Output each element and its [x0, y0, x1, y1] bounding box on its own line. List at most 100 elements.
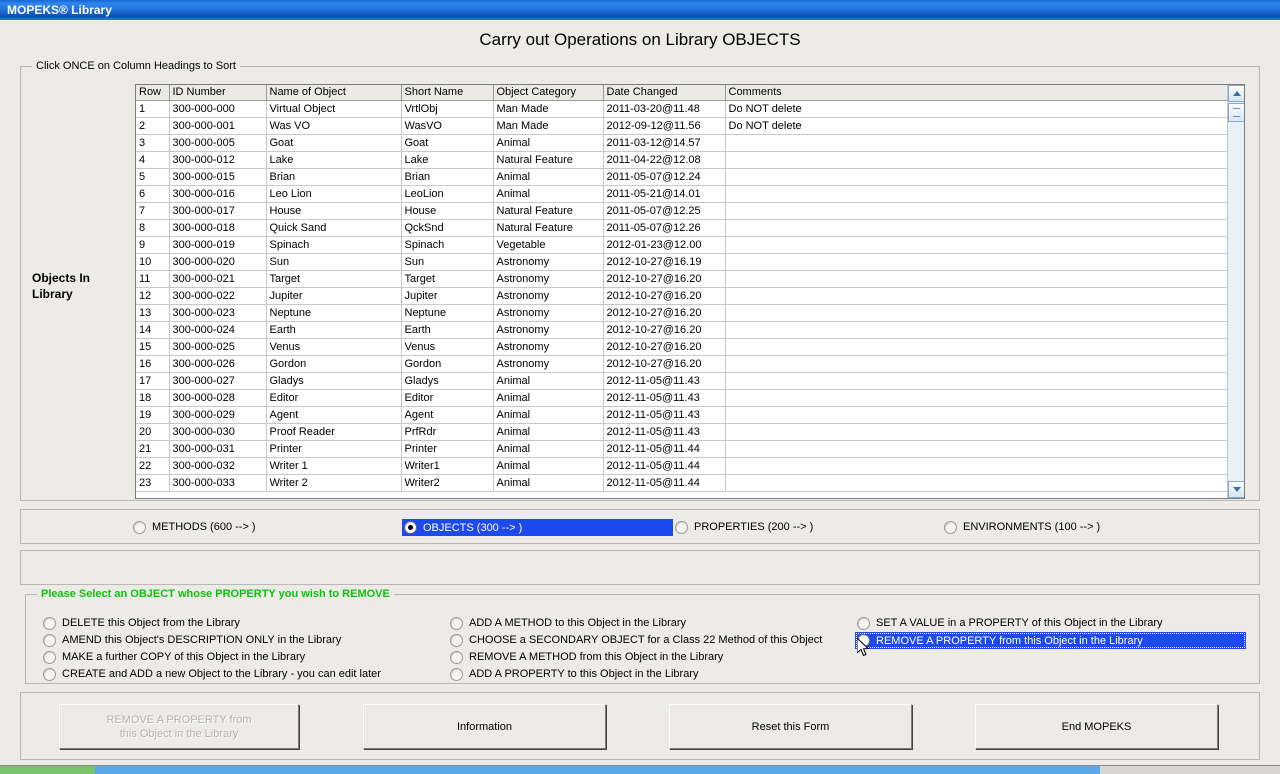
table-row[interactable]: 3 300-000-005 Goat Goat Animal 2011-03-12@14.…	[136, 134, 1229, 152]
table-cell: WasVO	[401, 117, 494, 135]
remove-property-button[interactable]: REMOVE A PROPERTY from this Object in th…	[59, 704, 299, 749]
table-cell: 2012-10-27@16.20	[603, 304, 726, 322]
column-header-row[interactable]: Row	[136, 85, 170, 101]
table-vertical-scrollbar[interactable]	[1227, 85, 1244, 498]
table-row[interactable]: 12 300-000-022 Jupiter Jupiter Astronomy 2012…	[136, 287, 1229, 305]
action-delete-object[interactable]: DELETE this Object from the Library	[41, 616, 240, 630]
action-add-property[interactable]: ADD A PROPERTY to this Object in the Lib…	[448, 667, 698, 681]
table-cell: 2012-01-23@12.00	[603, 236, 726, 254]
taskbar-green-segment[interactable]	[0, 766, 95, 774]
radio-environments[interactable]: ENVIRONMENTS (100 --> )	[942, 520, 1100, 534]
table-row[interactable]: 2 300-000-001 Was VO WasVO Man Made 2012-09-1…	[136, 117, 1229, 135]
table-cell: 9	[136, 236, 170, 254]
taskbar-blue-segment[interactable]	[95, 766, 1100, 774]
table-cell	[725, 236, 1229, 254]
table-row[interactable]: 15 300-000-025 Venus Venus Astronomy 2012-10-…	[136, 338, 1229, 356]
table-row[interactable]: 1 300-000-000 Virtual Object VrtlObj Man Mad…	[136, 100, 1229, 118]
table-cell: Writer2	[401, 474, 494, 492]
table-row[interactable]: 21 300-000-031 Printer Printer Animal 2012-11…	[136, 440, 1229, 458]
table-cell: Agent	[266, 406, 402, 424]
table-row[interactable]: 5 300-000-015 Brian Brian Animal 2011-05-07@1…	[136, 168, 1229, 186]
table-cell: 2011-03-12@14.57	[603, 134, 726, 152]
radio-dot-icon	[43, 650, 56, 664]
radio-environments-label: ENVIRONMENTS (100 --> )	[963, 521, 1101, 533]
table-cell: 2012-10-27@16.20	[603, 321, 726, 339]
table-row[interactable]: 14 300-000-024 Earth Earth Astronomy 2012-10-…	[136, 321, 1229, 339]
radio-dot-icon	[43, 616, 56, 630]
table-cell: Virtual Object	[266, 100, 402, 118]
table-cell: Editor	[401, 389, 494, 407]
table-cell	[725, 389, 1229, 407]
action-set-value-property[interactable]: SET A VALUE in a PROPERTY of this Object…	[855, 616, 1163, 630]
information-button[interactable]: Information	[363, 704, 606, 749]
table-cell: 23	[136, 474, 170, 492]
radio-dot-icon	[857, 634, 870, 647]
table-cell: 6	[136, 185, 170, 203]
table-cell: Animal	[493, 134, 604, 152]
action-label: AMEND this Object's DESCRIPTION ONLY in …	[62, 634, 342, 646]
table-row[interactable]: 18 300-000-028 Editor Editor Animal 2012-11-0…	[136, 389, 1229, 407]
scroll-up-button[interactable]	[1228, 85, 1244, 102]
radio-dot-icon	[450, 633, 463, 647]
radio-methods[interactable]: METHODS (600 --> )	[131, 520, 256, 534]
application-window: MOPEKS® Library Carry out Operations on …	[0, 0, 1280, 774]
table-row[interactable]: 22 300-000-032 Writer 1 Writer1 Animal 2012-1…	[136, 457, 1229, 475]
objects-in-library-label: Objects In Library	[32, 271, 91, 301]
table-cell: Brian	[401, 168, 494, 186]
radio-dot-icon	[450, 667, 463, 681]
table-cell: LeoLion	[401, 185, 494, 203]
scroll-down-button[interactable]	[1228, 481, 1244, 498]
table-row[interactable]: 6 300-000-016 Leo Lion LeoLion Animal 2011-05…	[136, 185, 1229, 203]
table-cell: Gladys	[266, 372, 402, 390]
table-cell	[725, 168, 1229, 186]
column-header-name-of-object[interactable]: Name of Object	[266, 85, 402, 101]
column-header-object-category[interactable]: Object Category	[493, 85, 604, 101]
table-row[interactable]: 8 300-000-018 Quick Sand QckSnd Natural Feat…	[136, 219, 1229, 237]
action-add-method[interactable]: ADD A METHOD to this Object in the Libra…	[448, 616, 686, 630]
table-cell: 11	[136, 270, 170, 288]
action-make-copy[interactable]: MAKE a further COPY of this Object in th…	[41, 650, 305, 664]
table-row[interactable]: 10 300-000-020 Sun Sun Astronomy 2012-10-27@1…	[136, 253, 1229, 271]
column-header-date-changed[interactable]: Date Changed	[603, 85, 726, 101]
action-amend-description[interactable]: AMEND this Object's DESCRIPTION ONLY in …	[41, 633, 341, 647]
action-label: ADD A METHOD to this Object in the Libra…	[469, 617, 687, 629]
action-choose-secondary-object[interactable]: CHOOSE a SECONDARY OBJECT for a Class 22…	[448, 633, 822, 647]
table-cell: Astronomy	[493, 321, 604, 339]
table-cell: House	[401, 202, 494, 220]
table-cell: Natural Feature	[493, 202, 604, 220]
table-row[interactable]: 4 300-000-012 Lake Lake Natural Feature 2011-…	[136, 151, 1229, 169]
reset-form-button[interactable]: Reset this Form	[669, 704, 912, 749]
action-create-add-object[interactable]: CREATE and ADD a new Object to the Libra…	[41, 667, 381, 681]
table-cell: Neptune	[401, 304, 494, 322]
column-header-short-name[interactable]: Short Name	[401, 85, 494, 101]
table-row[interactable]: 7 300-000-017 House House Natural Feature 201…	[136, 202, 1229, 220]
table-row[interactable]: 13 300-000-023 Neptune Neptune Astronomy 2012…	[136, 304, 1229, 322]
table-row[interactable]: 20 300-000-030 Proof Reader PrfRdr Animal 201…	[136, 423, 1229, 441]
action-label: DELETE this Object from the Library	[62, 617, 240, 629]
table-cell: Animal	[493, 389, 604, 407]
table-cell: 2011-05-07@12.24	[603, 168, 726, 186]
radio-properties[interactable]: PROPERTIES (200 --> )	[673, 520, 813, 534]
table-cell: Leo Lion	[266, 185, 402, 203]
action-remove-property[interactable]: REMOVE A PROPERTY from this Object in th…	[855, 632, 1246, 649]
grip-icon	[1233, 108, 1240, 117]
table-row[interactable]: 19 300-000-029 Agent Agent Animal 2012-11-05@…	[136, 406, 1229, 424]
table-cell	[725, 406, 1229, 424]
scrollbar-thumb[interactable]	[1228, 103, 1244, 122]
end-mopeks-button[interactable]: End MOPEKS	[975, 704, 1218, 749]
table-cell: Brian	[266, 168, 402, 186]
objects-table-container[interactable]: Row ID Number Name of Object Short Name Obje…	[135, 84, 1245, 499]
table-row[interactable]: 9 300-000-019 Spinach Spinach Vegetable 2012-…	[136, 236, 1229, 254]
table-cell	[725, 134, 1229, 152]
table-row[interactable]: 23 300-000-033 Writer 2 Writer2 Animal 2012-1…	[136, 474, 1229, 492]
column-header-id-number[interactable]: ID Number	[169, 85, 267, 101]
action-remove-method[interactable]: REMOVE A METHOD from this Object in the …	[448, 650, 723, 664]
table-row[interactable]: 11 300-000-021 Target Target Astronomy 2012-1…	[136, 270, 1229, 288]
table-cell: Animal	[493, 168, 604, 186]
radio-objects[interactable]: OBJECTS (300 --> )	[402, 519, 673, 536]
table-row[interactable]: 17 300-000-027 Gladys Gladys Animal 2012-11-0…	[136, 372, 1229, 390]
table-cell: Gordon	[266, 355, 402, 373]
column-header-comments[interactable]: Comments	[725, 85, 1229, 101]
table-cell: Lake	[266, 151, 402, 169]
table-row[interactable]: 16 300-000-026 Gordon Gordon Astronomy 2012-1…	[136, 355, 1229, 373]
